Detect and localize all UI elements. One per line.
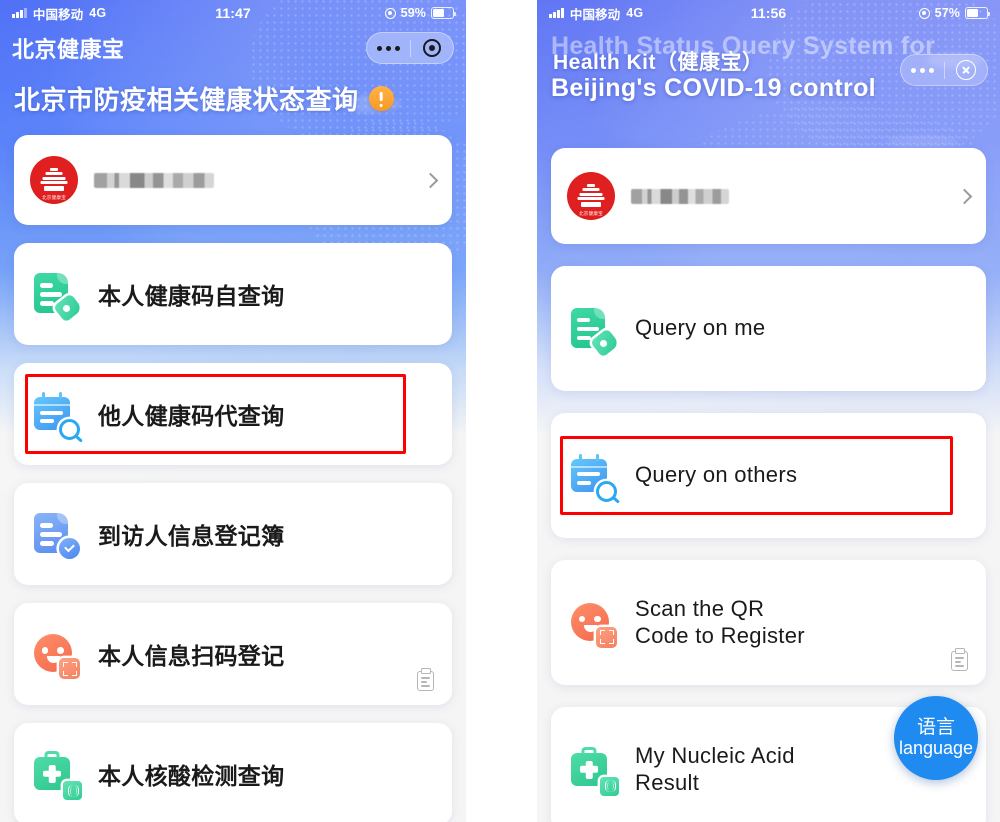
green-doc-tag-icon — [569, 306, 620, 358]
user-name-redacted — [631, 188, 729, 204]
headline-area: 北京市防疫相关健康状态查询 — [0, 70, 466, 117]
language-label-en: language — [898, 737, 974, 758]
location-arrow-icon — [918, 7, 930, 19]
status-bar: 中国移动 4G 11:56 57% — [537, 0, 1000, 26]
more-button[interactable] — [367, 33, 410, 63]
blue-card-search-icon — [569, 453, 617, 502]
orange-face-qr-icon — [32, 631, 80, 679]
user-name-redacted — [94, 172, 214, 188]
status-bar-right: 57% — [918, 6, 991, 20]
blue-card-search-icon — [32, 391, 80, 440]
logo-caption: 北京健康宝 — [579, 210, 603, 216]
cloud-decoration — [887, 135, 957, 149]
mini-program-capsule[interactable] — [900, 54, 988, 86]
chevron-right-icon — [422, 172, 439, 188]
mini-program-capsule[interactable] — [366, 32, 454, 64]
green-medkit-dna-icon — [569, 746, 619, 796]
language-switch-button[interactable]: 语言 language — [894, 696, 978, 780]
more-dots-icon — [910, 67, 934, 73]
app-title: Health Kit（健康宝） — [553, 51, 764, 74]
profile-card[interactable]: 北京健康宝 — [14, 135, 452, 225]
status-bar: 中国移动 4G 11:47 59% — [0, 0, 466, 26]
carrier-label: 中国移动 — [569, 7, 621, 22]
phone-screen-english: 中国移动 4G 11:56 57% Health Status Query Sy… — [537, 0, 1000, 822]
menu-item-label: 到访人信息登记簿 — [98, 523, 285, 549]
menu-item-query-on-others[interactable]: Query on others — [551, 413, 986, 538]
target-button[interactable] — [410, 33, 453, 63]
logo-caption: 北京健康宝 — [42, 194, 66, 200]
pagoda-glyph — [576, 183, 606, 209]
beijing-health-kit-logo: 北京健康宝 — [567, 172, 615, 220]
beijing-health-kit-logo: 北京健康宝 — [30, 156, 78, 204]
blue-doc-check-icon — [32, 511, 80, 559]
page-title: 北京市防疫相关健康状态查询 — [14, 85, 359, 115]
app-title: 北京健康宝 — [12, 37, 125, 62]
location-arrow-icon — [384, 7, 396, 19]
menu-item-nucleic-acid[interactable]: 本人核酸检测查询 — [14, 723, 452, 822]
battery-percent-label: 59% — [400, 6, 426, 20]
more-button[interactable] — [901, 55, 944, 85]
card-list: 北京健康宝 本人健康码自查询 他人健康码代查询 到访人信息登记簿 本人信息扫码登… — [0, 135, 466, 822]
menu-item-self-health-code[interactable]: 本人健康码自查询 — [14, 243, 452, 345]
menu-item-label: 本人信息扫码登记 — [98, 643, 285, 669]
green-medkit-dna-icon — [32, 751, 82, 800]
nav-bar: 北京健康宝 — [0, 26, 466, 70]
screenshot-stage: 中国移动 4G 11:47 59% 北京健康宝 北京市防疫相关健康状态查询 北京… — [0, 0, 1000, 822]
menu-item-label: 本人核酸检测查询 — [98, 763, 285, 789]
chevron-right-icon — [956, 188, 973, 204]
headline-area: Health Status Query System for Health Ki… — [537, 26, 1000, 122]
close-circle-icon — [955, 60, 976, 80]
battery-icon — [431, 7, 457, 19]
status-bar-left: 中国移动 4G — [12, 4, 106, 23]
signal-bars-icon — [549, 8, 564, 18]
menu-item-label: Scan the QR Code to Register — [635, 595, 805, 648]
menu-item-label: Query on others — [635, 462, 798, 488]
page-title-row: 北京市防疫相关健康状态查询 — [14, 80, 452, 117]
menu-item-label: 他人健康码代查询 — [98, 403, 285, 429]
menu-item-scan-register[interactable]: 本人信息扫码登记 — [14, 603, 452, 705]
profile-card[interactable]: 北京健康宝 — [551, 148, 986, 244]
target-circle-icon — [422, 39, 441, 57]
status-bar-left: 中国移动 4G — [549, 4, 643, 23]
menu-item-label: My Nucleic Acid Result — [635, 742, 795, 795]
status-bar-right: 59% — [384, 6, 457, 20]
warning-exclamation-icon[interactable] — [368, 86, 394, 111]
signal-bars-icon — [12, 8, 27, 18]
close-button[interactable] — [944, 55, 987, 85]
menu-item-label: 本人健康码自查询 — [98, 283, 285, 309]
menu-item-query-on-me[interactable]: Query on me — [551, 266, 986, 391]
more-dots-icon — [376, 45, 400, 51]
menu-item-query-others[interactable]: 他人健康码代查询 — [14, 363, 452, 465]
battery-percent-label: 57% — [934, 6, 960, 20]
clipboard-icon[interactable] — [951, 651, 968, 671]
phone-screen-chinese: 中国移动 4G 11:47 59% 北京健康宝 北京市防疫相关健康状态查询 北京… — [0, 0, 466, 822]
menu-item-label: Query on me — [635, 315, 766, 341]
green-doc-tag-icon — [32, 271, 83, 323]
network-type-label: 4G — [89, 6, 107, 20]
battery-icon — [965, 7, 991, 19]
language-label-cn: 语言 — [916, 716, 955, 738]
orange-face-qr-icon — [569, 600, 617, 648]
page-title: Beijing's COVID-19 control — [551, 74, 876, 102]
pagoda-glyph — [39, 167, 69, 193]
network-type-label: 4G — [626, 6, 644, 20]
menu-item-visitor-register[interactable]: 到访人信息登记簿 — [14, 483, 452, 585]
carrier-label: 中国移动 — [32, 7, 84, 22]
menu-item-scan-qr-register[interactable]: Scan the QR Code to Register — [551, 560, 986, 685]
clipboard-icon[interactable] — [417, 671, 434, 691]
